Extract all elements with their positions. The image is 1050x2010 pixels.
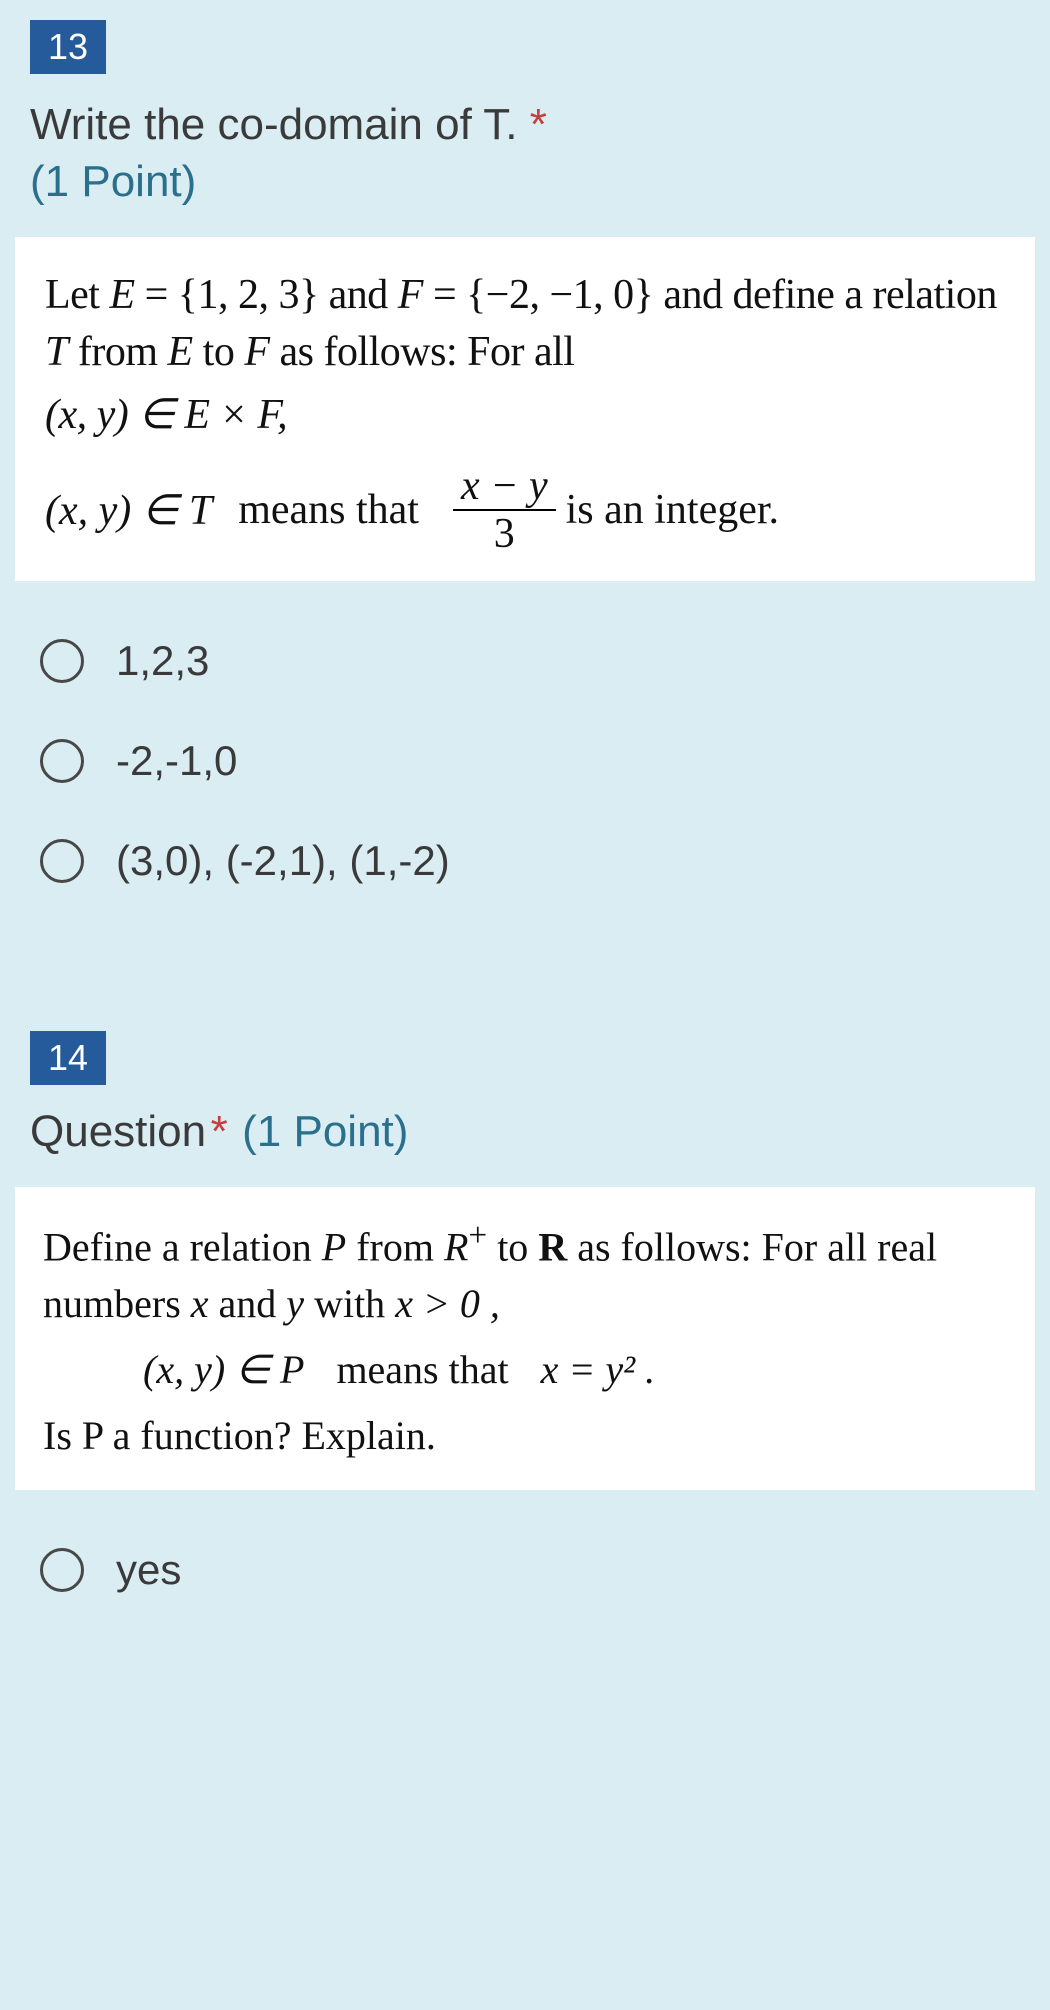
question-number-badge: 14 [30, 1031, 106, 1085]
radio-icon[interactable] [40, 839, 84, 883]
option-1[interactable]: yes [40, 1520, 1020, 1620]
question-image-text: Let E = {1, 2, 3} and F = {−2, −1, 0} an… [15, 237, 1035, 581]
question-points: (1 Point) [242, 1107, 408, 1156]
img-line: (x, y) ∈ T means that x − y 3 is an inte… [45, 465, 1005, 555]
option-3[interactable]: (3,0), (-2,1), (1,-2) [40, 811, 1020, 911]
question-13: 13 Write the co-domain of T. * (1 Point)… [0, 0, 1050, 951]
option-label: -2,-1,0 [116, 737, 237, 785]
question-title-text: Question [30, 1107, 206, 1156]
img-line: (x, y) ∈ E × F, [45, 387, 1005, 444]
img-line: (x, y) ∈ P means that x = y² . [43, 1342, 1007, 1398]
img-line: Define a relation P from R+ to R as foll… [43, 1213, 1007, 1331]
radio-icon[interactable] [40, 1548, 84, 1592]
question-14: 14 Question * (1 Point) Define a relatio… [0, 1011, 1050, 1659]
required-asterisk: * [530, 100, 547, 149]
question-number-badge: 13 [30, 20, 106, 74]
option-label: (3,0), (-2,1), (1,-2) [116, 837, 450, 885]
option-2[interactable]: -2,-1,0 [40, 711, 1020, 811]
question-header-row: Question * (1 Point) [30, 1107, 1020, 1157]
question-image-text: Define a relation P from R+ to R as foll… [15, 1187, 1035, 1489]
option-label: 1,2,3 [116, 637, 209, 685]
radio-icon[interactable] [40, 739, 84, 783]
option-label: yes [116, 1546, 181, 1594]
question-title-text: Write the co-domain of T. [30, 100, 517, 149]
options-group: yes [40, 1520, 1020, 1620]
img-line: Let E = {1, 2, 3} and F = {−2, −1, 0} an… [45, 267, 1005, 380]
radio-icon[interactable] [40, 639, 84, 683]
option-1[interactable]: 1,2,3 [40, 611, 1020, 711]
fraction: x − y 3 [453, 465, 556, 555]
question-title: Write the co-domain of T. * [30, 96, 1020, 153]
required-asterisk: * [211, 1107, 228, 1156]
options-group: 1,2,3 -2,-1,0 (3,0), (-2,1), (1,-2) [40, 611, 1020, 911]
question-points: (1 Point) [30, 157, 1020, 207]
img-line: Is P a function? Explain. [43, 1408, 1007, 1464]
